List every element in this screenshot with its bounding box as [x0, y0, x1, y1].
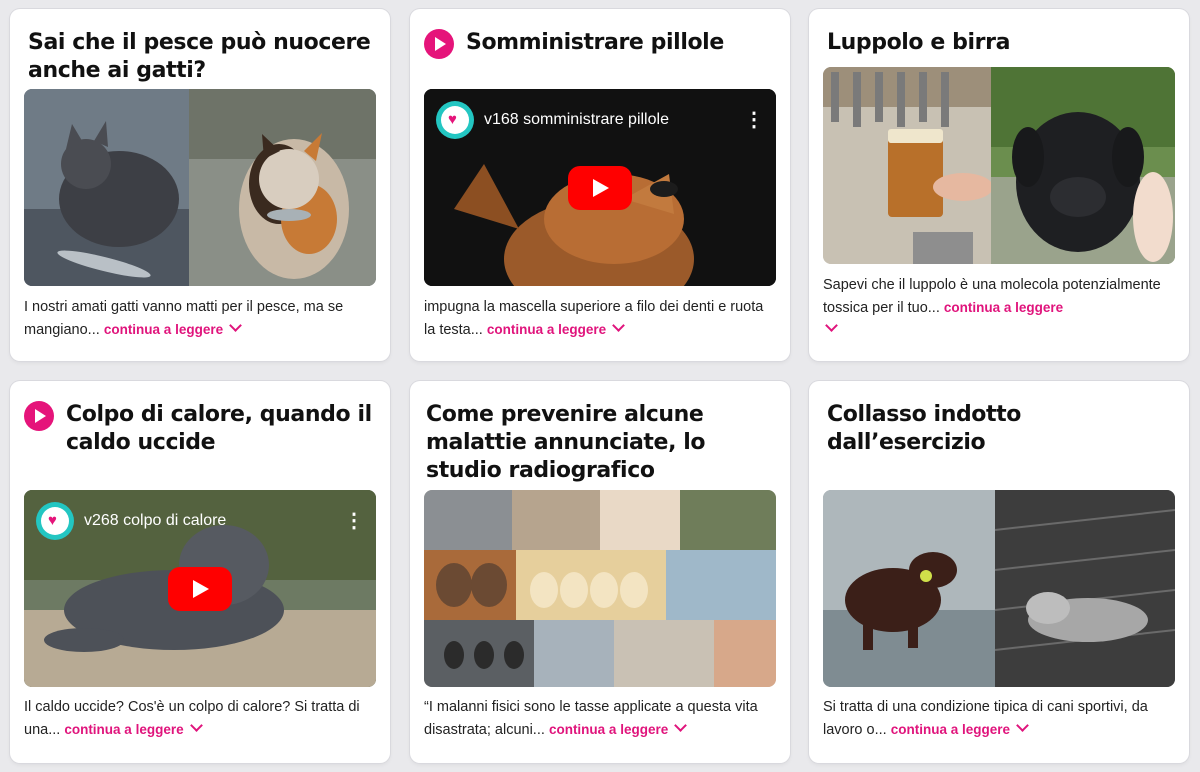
- card-excerpt: Il caldo uccide? Cos'è un colpo di calor…: [24, 699, 360, 738]
- chevron-down-icon: [189, 718, 203, 732]
- video-title[interactable]: v168 somministrare pillole: [484, 111, 744, 129]
- card-header: Somministrare pillole: [424, 29, 774, 59]
- video-play-icon: [24, 401, 54, 431]
- card-excerpt: Si tratta di una condizione tipica di ca…: [823, 699, 1148, 738]
- play-button[interactable]: [168, 566, 232, 611]
- card-title[interactable]: Luppolo e birra: [827, 29, 1010, 57]
- card-excerpt: Sapevi che il luppolo è una molecola pot…: [823, 275, 1177, 342]
- read-more-link[interactable]: continua a leggere: [487, 318, 626, 337]
- read-more-link[interactable]: continua a leggere: [64, 718, 203, 737]
- article-card-pills[interactable]: Somministrare pillole v168 somministrare…: [410, 9, 790, 361]
- read-more-link[interactable]: continua a leggere: [891, 718, 1029, 737]
- video-play-icon: [424, 29, 454, 59]
- cats-fish-photo: [24, 89, 376, 286]
- article-card-radiography[interactable]: Come prevenire alcune malattie annunciat…: [410, 381, 790, 763]
- puppies-collage-photo: [424, 490, 776, 687]
- article-card-hops-beer[interactable]: Luppolo e birra Sapevi che il luppolo è …: [809, 9, 1189, 361]
- card-header: Sai che il pesce può nuocere anche ai ga…: [28, 29, 374, 85]
- chevron-down-icon: [612, 318, 626, 332]
- more-options-icon[interactable]: ⋮: [344, 511, 364, 531]
- article-photo[interactable]: [424, 490, 776, 687]
- dog-exercise-photo: [823, 490, 1175, 687]
- article-photo[interactable]: [823, 67, 1175, 264]
- video-title[interactable]: v268 colpo di calore: [84, 512, 344, 530]
- card-title[interactable]: Collasso indotto dall’esercizio: [827, 401, 1173, 457]
- video-player[interactable]: v268 colpo di calore ⋮: [24, 490, 376, 687]
- article-card-exercise-collapse[interactable]: Collasso indotto dall’esercizio Si tratt…: [809, 381, 1189, 763]
- card-header: Come prevenire alcune malattie annunciat…: [426, 401, 774, 485]
- card-header: Collasso indotto dall’esercizio: [827, 401, 1173, 457]
- chevron-down-icon: [825, 319, 838, 332]
- chevron-down-icon: [1016, 718, 1029, 732]
- card-title[interactable]: Colpo di calore, quando il caldo uccide: [66, 401, 374, 457]
- paw-heart-icon: [441, 106, 469, 134]
- beer-dog-photo: [823, 67, 1175, 264]
- card-excerpt: impugna la mascella superiore a filo dei…: [424, 299, 764, 338]
- card-title[interactable]: Somministrare pillole: [466, 29, 724, 57]
- article-photo[interactable]: [823, 490, 1175, 687]
- article-card-fish-cats[interactable]: Sai che il pesce può nuocere anche ai ga…: [10, 9, 390, 361]
- read-more-link[interactable]: continua a leggere: [549, 718, 688, 737]
- card-title[interactable]: Come prevenire alcune malattie annunciat…: [426, 401, 774, 485]
- read-more-link[interactable]: continua a leggere: [104, 318, 242, 337]
- play-button[interactable]: [568, 165, 632, 210]
- card-excerpt: I nostri amati gatti vanno matti per il …: [24, 299, 344, 338]
- chevron-down-icon: [229, 318, 242, 332]
- channel-avatar[interactable]: [436, 101, 474, 139]
- card-title[interactable]: Sai che il pesce può nuocere anche ai ga…: [28, 29, 374, 85]
- card-header: Colpo di calore, quando il caldo uccide: [24, 401, 374, 457]
- article-photo[interactable]: [24, 89, 376, 286]
- card-header: Luppolo e birra: [827, 29, 1173, 57]
- channel-avatar[interactable]: [36, 502, 74, 540]
- video-header: v268 colpo di calore ⋮: [36, 502, 364, 540]
- article-card-heatstroke[interactable]: Colpo di calore, quando il caldo uccide …: [10, 381, 390, 763]
- more-options-icon[interactable]: ⋮: [744, 110, 764, 130]
- card-excerpt: “I malanni fisici sono le tasse applicat…: [424, 699, 758, 738]
- paw-heart-icon: [41, 507, 69, 535]
- video-player[interactable]: v168 somministrare pillole ⋮: [424, 89, 776, 286]
- video-header: v168 somministrare pillole ⋮: [436, 101, 764, 139]
- chevron-down-icon: [674, 718, 688, 732]
